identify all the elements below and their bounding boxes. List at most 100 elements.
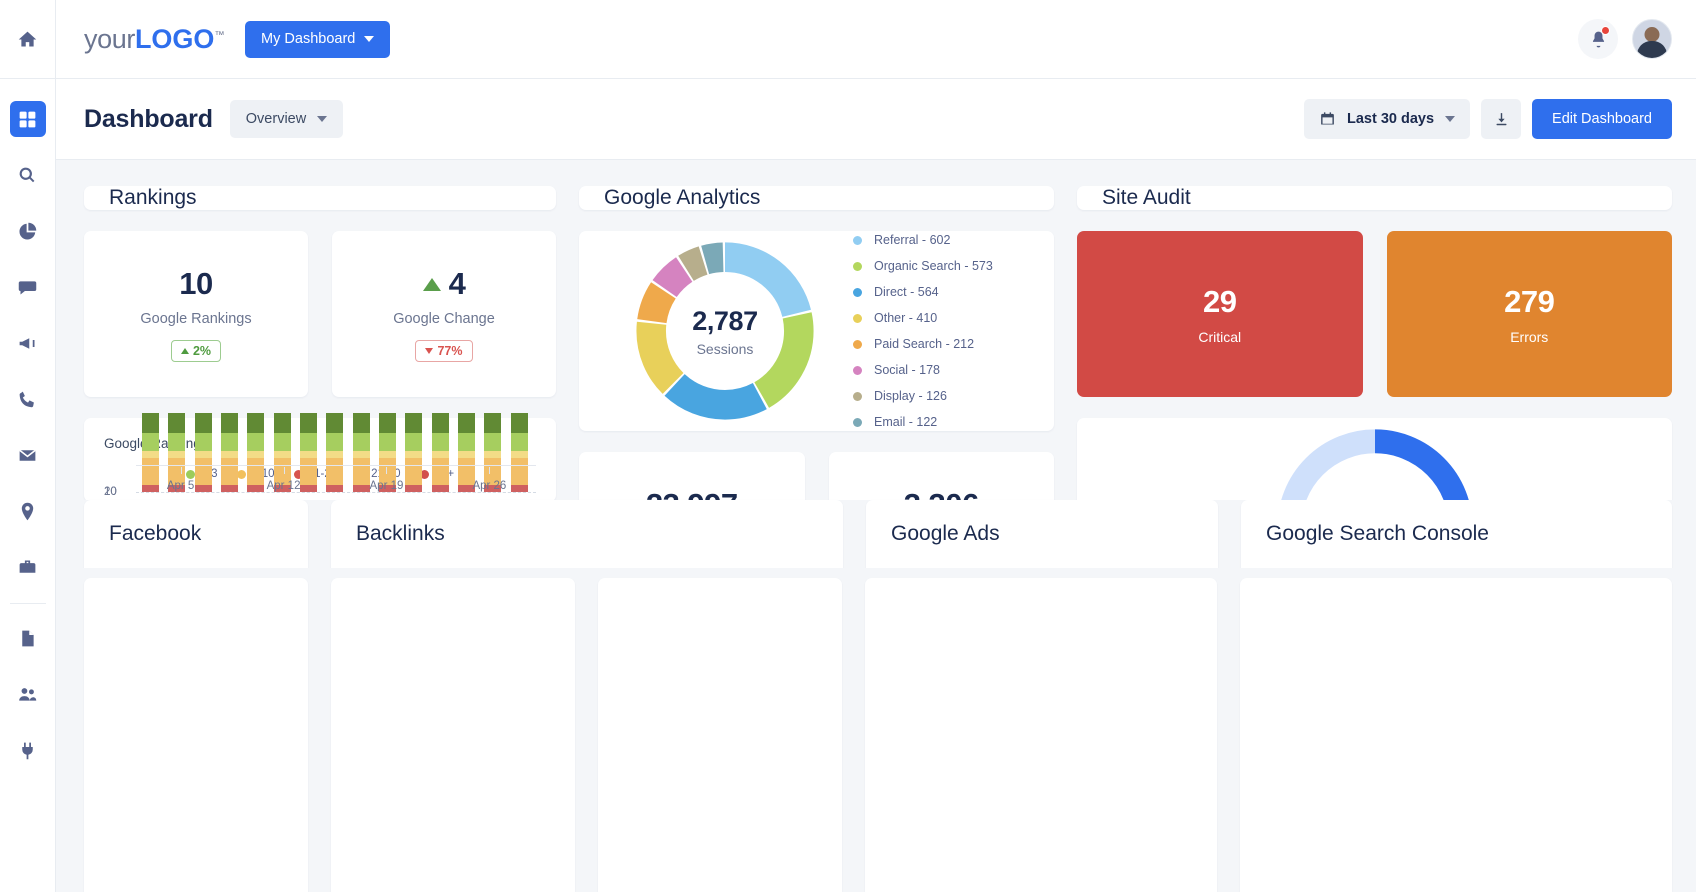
bar-segment — [247, 412, 265, 434]
bar-segment — [405, 412, 423, 434]
avatar-head — [1644, 27, 1660, 42]
briefcase-icon[interactable] — [10, 549, 46, 585]
x-tick-label: Apr 19 — [369, 480, 404, 492]
search-icon[interactable] — [10, 157, 46, 193]
bar-segment — [194, 451, 212, 458]
sidebar — [0, 0, 56, 892]
card-stub — [598, 578, 842, 892]
dashboard-content: Rankings 10 Google Rankings 2% 4 Google … — [56, 160, 1696, 500]
bar-segment — [379, 433, 397, 452]
legend-swatch — [853, 287, 862, 297]
donut-svg — [636, 242, 814, 420]
chevron-down-icon — [1445, 116, 1456, 122]
notifications-button[interactable] — [1578, 19, 1618, 59]
x-tick-label: Apr 5 — [166, 480, 195, 492]
legend-item[interactable]: Other - 410 — [853, 311, 993, 325]
overview-dropdown[interactable]: Overview — [229, 100, 344, 138]
legend-item[interactable]: Email - 122 — [853, 415, 993, 429]
chevron-down-icon — [317, 116, 328, 122]
brand-logo[interactable]: yourLOGO™ — [84, 24, 224, 55]
legend-label: Email - 122 — [874, 415, 938, 429]
pie-chart-icon[interactable] — [10, 213, 46, 249]
kpi-card[interactable]: 23,997 Sessions 4% — [579, 452, 805, 500]
bar-segment — [484, 433, 502, 452]
x-tick — [386, 467, 388, 474]
legend-swatch — [853, 339, 862, 349]
envelope-icon[interactable] — [10, 437, 46, 473]
kpi-card[interactable]: 4 Google Change 77% — [332, 231, 556, 397]
x-tick-label: Apr 26 — [472, 480, 507, 492]
avatar-body — [1637, 41, 1667, 58]
users-icon[interactable] — [10, 676, 46, 712]
page-header-actions: Last 30 days Edit Dashboard — [1303, 99, 1672, 139]
avatar[interactable] — [1632, 19, 1672, 59]
legend-item[interactable]: Social - 178 — [853, 363, 993, 377]
legend-item[interactable]: Referral - 602 — [853, 233, 993, 247]
legend-item[interactable]: Direct - 564 — [853, 285, 993, 299]
google-search-console-section-header[interactable]: Google Search Console — [1241, 500, 1672, 568]
kpi-card[interactable]: 10 Google Rankings 2% — [84, 231, 308, 397]
megaphone-icon[interactable] — [10, 325, 46, 361]
bar-segment — [431, 433, 449, 452]
card-stub — [84, 578, 308, 892]
document-icon[interactable] — [10, 620, 46, 656]
bar-segment — [458, 433, 476, 452]
legend-item[interactable]: Paid Search - 212 — [853, 337, 993, 351]
triangle-up-icon — [422, 277, 441, 291]
kpi-value: 23,997 — [646, 487, 738, 500]
backlinks-section-header[interactable]: Backlinks — [331, 500, 843, 568]
card-stub — [331, 578, 575, 892]
audit-score-donut[interactable]: 66% Audit Score — [1266, 418, 1484, 500]
bar-segment — [431, 412, 449, 434]
legend-label: Other - 410 — [874, 311, 938, 325]
map-pin-icon[interactable] — [10, 493, 46, 529]
legend-item[interactable]: Organic Search - 573 — [853, 259, 993, 273]
errors-tile[interactable]: 279 Errors — [1386, 231, 1672, 397]
analytics-title: Google Analytics — [604, 186, 761, 209]
legend-swatch — [853, 235, 862, 245]
my-dashboard-label: My Dashboard — [261, 31, 356, 47]
bar-segment — [142, 412, 159, 434]
legend-swatch — [853, 365, 862, 375]
tile-label: Critical — [1198, 328, 1242, 345]
sessions-donut-chart[interactable]: 2,787 Sessions — [625, 231, 825, 431]
facebook-section-header[interactable]: Facebook — [84, 500, 308, 568]
bottom-card-stubs — [56, 568, 1696, 892]
bar-segment — [168, 433, 186, 452]
legend-item[interactable]: Display - 126 — [853, 389, 993, 403]
logo-prefix: your — [84, 23, 135, 54]
bar-segment — [510, 451, 528, 458]
audit-donut-svg — [1276, 429, 1473, 500]
donut-legend: Referral - 602 Organic Search - 573 Direct… — [853, 233, 993, 429]
sidebar-item-dashboard[interactable] — [9, 101, 46, 137]
bar-segment — [300, 451, 318, 458]
my-dashboard-button[interactable]: My Dashboard — [245, 20, 391, 58]
kpi-label: Google Change — [393, 311, 495, 327]
home-icon[interactable] — [10, 21, 46, 57]
top-bar-right — [1578, 19, 1672, 59]
x-axis — [136, 465, 536, 466]
download-button[interactable] — [1481, 99, 1522, 139]
chat-bubble-icon[interactable] — [10, 269, 46, 305]
bar-segment — [405, 451, 423, 458]
legend-label: Display - 126 — [874, 389, 947, 403]
critical-tile[interactable]: 29 Critical — [1077, 231, 1363, 397]
legend-swatch — [853, 391, 862, 401]
google-ads-section-header[interactable]: Google Ads — [866, 500, 1218, 568]
kpi-card[interactable]: 3,306 Goal Completions 54% — [828, 452, 1054, 500]
card-stub — [1240, 578, 1672, 892]
status-badge: 2% — [170, 340, 222, 362]
audit-score-card: 66% Audit Score — [1077, 418, 1672, 500]
legend-label: Organic Search - 573 — [874, 259, 993, 273]
tile-value: 29 — [1203, 283, 1237, 319]
kpi-value-wrap: 4 — [422, 266, 466, 302]
edit-dashboard-button[interactable]: Edit Dashboard — [1532, 99, 1672, 139]
plug-icon[interactable] — [10, 732, 46, 768]
phone-icon[interactable] — [10, 381, 46, 417]
legend-label: Direct - 564 — [874, 285, 939, 299]
analytics-column: Google Analytics 2,787 Sessions Referral… — [579, 186, 1054, 500]
legend-swatch — [853, 417, 862, 427]
date-range-picker[interactable]: Last 30 days — [1303, 99, 1471, 139]
badge-value: 77% — [437, 344, 463, 358]
page-header: Dashboard Overview Last 30 days Edit Das… — [56, 79, 1696, 160]
